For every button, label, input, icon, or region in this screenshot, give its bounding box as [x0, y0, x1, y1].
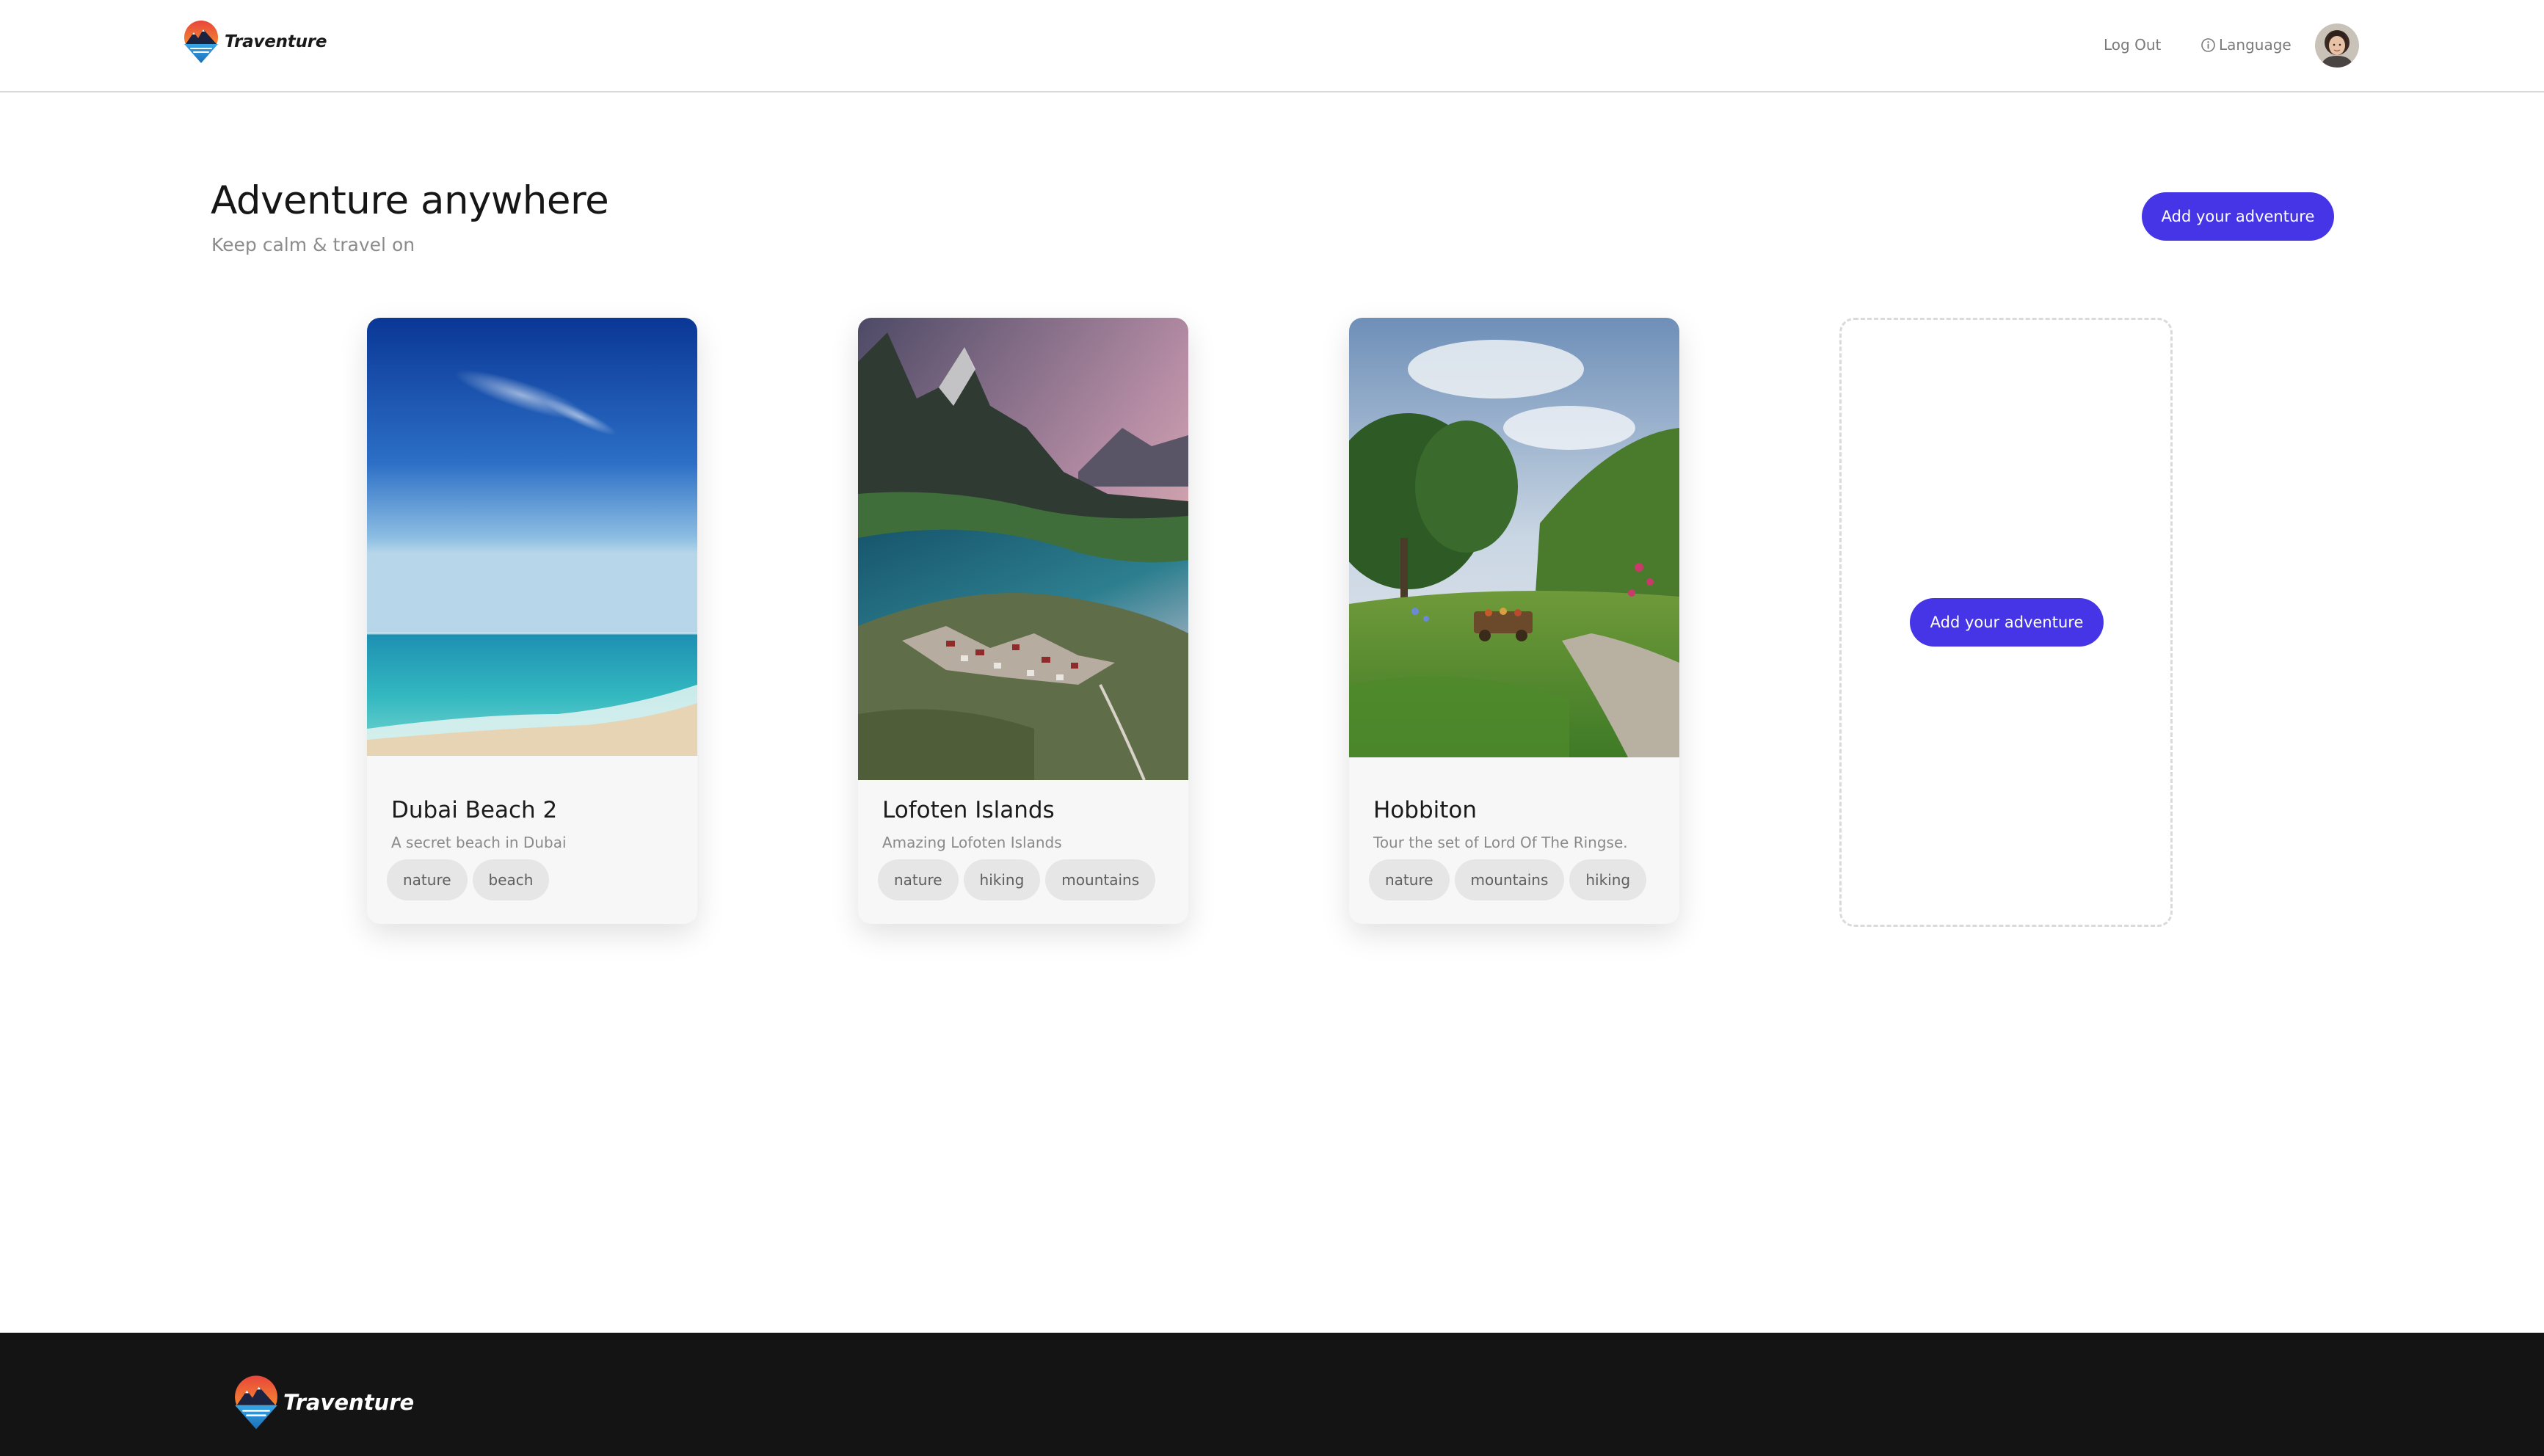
- traventure-logo-icon: [184, 21, 218, 63]
- tag-chip[interactable]: hiking: [1569, 859, 1647, 900]
- tag-chip[interactable]: hiking: [963, 859, 1041, 900]
- tag-chip[interactable]: mountains: [1045, 859, 1156, 900]
- card-title: Dubai Beach 2: [391, 797, 558, 823]
- fjord-village-photo: [858, 318, 1188, 780]
- card-description: Tour the set of Lord Of The Ringse.: [1373, 834, 1628, 851]
- brand-name: Traventure: [225, 32, 327, 51]
- adventure-card[interactable]: Dubai Beach 2 A secret beach in Dubai na…: [367, 318, 697, 924]
- brand-home-link[interactable]: Traventure: [182, 19, 327, 65]
- card-title: Lofoten Islands: [882, 797, 1055, 823]
- card-title: Hobbiton: [1373, 797, 1478, 823]
- footer: Traventure: [0, 1333, 2544, 1456]
- info-icon: [2201, 37, 2215, 52]
- card-description: Amazing Lofoten Islands: [882, 834, 1062, 851]
- user-portrait-icon: [2315, 23, 2359, 68]
- tag-chip[interactable]: nature: [387, 859, 468, 900]
- tag-chip[interactable]: beach: [472, 859, 550, 900]
- traventure-logo-icon: [235, 1375, 277, 1430]
- footer-brand[interactable]: Traventure: [232, 1374, 414, 1431]
- adventure-card[interactable]: Lofoten Islands Amazing Lofoten Islands …: [858, 318, 1188, 924]
- top-navigation-bar: Traventure Log Out Language: [0, 0, 2544, 92]
- footer-brand-name: Traventure: [283, 1390, 415, 1415]
- tag-chip[interactable]: nature: [1369, 859, 1450, 900]
- add-adventure-button[interactable]: Add your adventure: [2142, 192, 2334, 241]
- adventure-card[interactable]: Hobbiton Tour the set of Lord Of The Rin…: [1349, 318, 1679, 924]
- user-avatar[interactable]: [2315, 23, 2359, 68]
- tag-list: nature mountains hiking: [1369, 859, 1647, 900]
- page-title: Adventure anywhere: [211, 178, 609, 223]
- tag-list: nature hiking mountains: [878, 859, 1156, 900]
- page-subtitle: Keep calm & travel on: [211, 234, 415, 255]
- beach-photo: [367, 318, 697, 756]
- language-label: Language: [2219, 36, 2292, 54]
- add-adventure-card-button[interactable]: Add your adventure: [1910, 598, 2104, 647]
- language-selector[interactable]: Language: [2200, 34, 2292, 56]
- tag-list: nature beach: [387, 859, 550, 900]
- tag-chip[interactable]: nature: [878, 859, 959, 900]
- card-description: A secret beach in Dubai: [391, 834, 567, 851]
- logout-link[interactable]: Log Out: [2104, 34, 2161, 56]
- tag-chip[interactable]: mountains: [1454, 859, 1565, 900]
- hobbiton-garden-photo: [1349, 318, 1679, 757]
